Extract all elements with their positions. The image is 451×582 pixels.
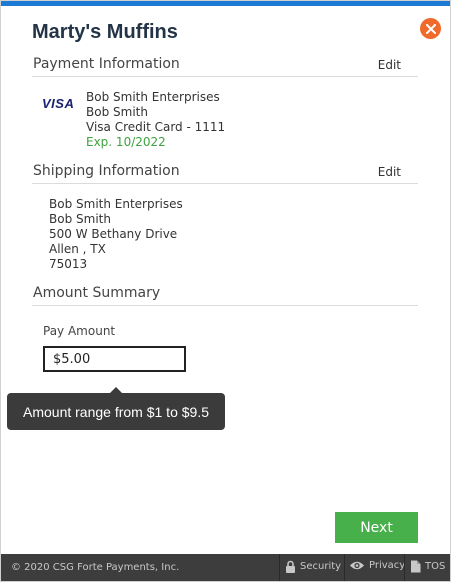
shipping-address: Bob Smith Enterprises Bob Smith 500 W Be… [49, 197, 183, 272]
shipping-zip: 75013 [49, 257, 88, 271]
next-button[interactable]: Next [335, 512, 418, 543]
card-description: Visa Credit Card - 1111 [86, 120, 226, 134]
shipping-name: Bob Smith [49, 212, 111, 226]
shipping-company: Bob Smith Enterprises [49, 197, 183, 211]
shipping-street: 500 W Bethany Drive [49, 227, 178, 241]
privacy-link[interactable]: Privacy [349, 560, 405, 571]
top-accent-bar [1, 1, 450, 6]
tos-link[interactable]: TOS [410, 560, 445, 573]
edit-shipping-link[interactable]: Edit [378, 165, 401, 179]
shipping-section-header: Shipping Information Edit [32, 163, 418, 184]
shipping-city-state: Allen , TX [49, 242, 106, 256]
merchant-title: Marty's Muffins [32, 21, 178, 43]
amount-section-title: Amount Summary [33, 285, 161, 301]
document-icon [411, 560, 421, 573]
payment-modal: Marty's Muffins Payment Information Edit… [0, 0, 451, 582]
footer-divider [344, 554, 345, 581]
footer-divider [279, 554, 280, 581]
lock-icon [286, 560, 295, 573]
edit-payment-link[interactable]: Edit [378, 58, 401, 72]
payment-name: Bob Smith [86, 105, 148, 119]
security-link[interactable]: Security [285, 560, 341, 573]
pay-amount-input[interactable] [43, 346, 186, 372]
pay-amount-label: Pay Amount [43, 324, 116, 338]
copyright-text: © 2020 CSG Forte Payments, Inc. [11, 562, 180, 573]
visa-logo: VISA [42, 96, 75, 111]
payment-details: Bob Smith Enterprises Bob Smith Visa Cre… [86, 90, 225, 150]
tos-link-label: TOS [425, 561, 446, 572]
security-link-label: Security [300, 561, 342, 572]
amount-range-tooltip: Amount range from $1 to $9.5 [7, 393, 225, 430]
close-icon [425, 23, 436, 34]
card-expiration: Exp. 10/2022 [86, 135, 166, 149]
footer: © 2020 CSG Forte Payments, Inc. Security… [1, 554, 450, 581]
close-button[interactable] [420, 18, 441, 39]
payment-section-header: Payment Information Edit [32, 56, 418, 77]
privacy-link-label: Privacy [369, 560, 406, 571]
payment-company: Bob Smith Enterprises [86, 90, 220, 104]
shipping-section-title: Shipping Information [33, 163, 180, 179]
eye-icon [350, 561, 364, 570]
payment-section-title: Payment Information [33, 56, 180, 72]
footer-divider [404, 554, 405, 581]
amount-section-header: Amount Summary [32, 285, 418, 306]
